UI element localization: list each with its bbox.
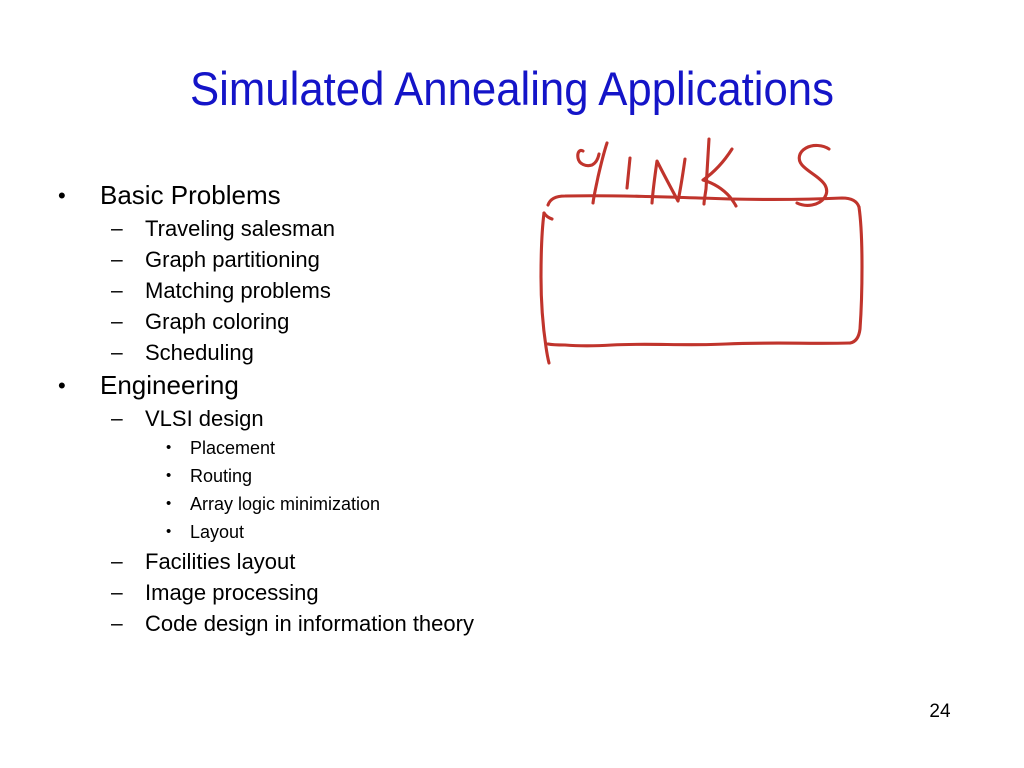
bullet-marker-level2: – — [111, 341, 123, 364]
bullet-marker-level2: – — [111, 310, 123, 333]
bullet-marker-level1: • — [58, 183, 66, 208]
list-item: – Traveling salesman — [0, 213, 600, 244]
list-item-label: Graph coloring — [145, 309, 290, 334]
list-item: – Matching problems — [0, 275, 600, 306]
bullet-marker-level2: – — [111, 248, 123, 271]
list-item: – Facilities layout — [0, 546, 600, 577]
list-item-label: Traveling salesman — [145, 216, 335, 241]
list-item-label: Graph partitioning — [145, 247, 320, 272]
bullet-list: • Basic Problems – Traveling salesman – … — [0, 178, 600, 639]
list-item-label: Code design in information theory — [145, 611, 474, 636]
list-item-label: Routing — [190, 466, 253, 486]
list-item: – VLSI design — [0, 403, 600, 434]
list-item: – Graph partitioning — [0, 244, 600, 275]
list-item: • Routing — [0, 462, 600, 490]
list-item: • Engineering — [0, 368, 600, 403]
bullet-marker-level2: – — [111, 581, 123, 604]
list-item-label: Basic Problems — [100, 180, 281, 210]
bullet-marker-level2: – — [111, 279, 123, 302]
list-item-label: Layout — [190, 522, 245, 542]
list-item: – Code design in information theory — [0, 608, 600, 639]
list-item-label: Engineering — [100, 370, 239, 400]
list-item: • Array logic minimization — [0, 490, 600, 518]
list-item: – Scheduling — [0, 337, 600, 368]
bullet-marker-level2: – — [111, 217, 123, 240]
list-item-label: Matching problems — [145, 278, 331, 303]
list-item: • Basic Problems — [0, 178, 600, 213]
bullet-marker-level3: • — [166, 523, 172, 540]
bullet-marker-level2: – — [111, 612, 123, 635]
slide-number: 24 — [929, 701, 951, 722]
page-title: Simulated Annealing Applications — [190, 62, 834, 115]
list-item-label: Placement — [190, 438, 276, 458]
list-item-label: Scheduling — [145, 340, 254, 365]
bullet-marker-level1: • — [58, 373, 66, 398]
slide-canvas: Simulated Annealing Applications • Basic… — [0, 0, 1024, 768]
list-item-label: VLSI design — [145, 406, 264, 431]
bullet-marker-level3: • — [166, 495, 172, 512]
list-item: • Layout — [0, 518, 600, 546]
bullet-marker-level3: • — [166, 467, 172, 484]
list-item-label: Image processing — [145, 580, 319, 605]
bullet-marker-level3: • — [166, 439, 172, 456]
bullet-marker-level2: – — [111, 407, 123, 430]
list-item-label: Array logic minimization — [190, 494, 381, 514]
list-item: – Graph coloring — [0, 306, 600, 337]
list-item-label: Facilities layout — [145, 549, 296, 574]
list-item: – Image processing — [0, 577, 600, 608]
bullet-marker-level2: – — [111, 550, 123, 573]
list-item: • Placement — [0, 434, 600, 462]
handwritten-word-links — [576, 137, 831, 208]
